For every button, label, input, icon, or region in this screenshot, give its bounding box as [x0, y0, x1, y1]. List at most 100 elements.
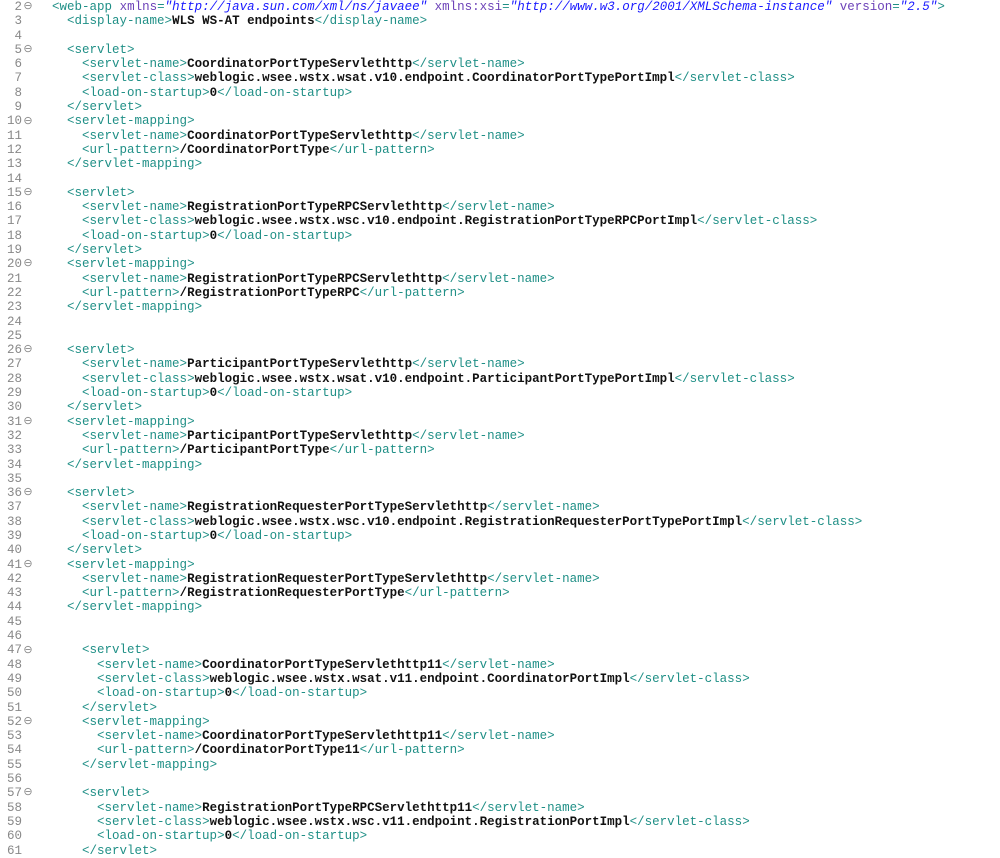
code-line[interactable]: <servlet-name>CoordinatorPortTypeServlet…	[37, 129, 1000, 143]
code-line[interactable]: <servlet-class>weblogic.wsee.wstx.wsc.v1…	[37, 515, 1000, 529]
code-line[interactable]: <servlet-mapping>	[37, 715, 1000, 729]
line-number-value: 24	[4, 315, 22, 329]
code-line[interactable]: <servlet>	[37, 786, 1000, 800]
code-line[interactable]: <servlet>	[37, 486, 1000, 500]
code-line[interactable]: <servlet-name>ParticipantPortTypeServlet…	[37, 357, 1000, 371]
line-number-value: 36	[4, 486, 22, 500]
code-line[interactable]: <url-pattern>/RegistrationPortTypeRPC</u…	[37, 286, 1000, 300]
token-ang: >	[592, 500, 600, 514]
code-line[interactable]	[37, 629, 1000, 643]
line-number-value: 42	[4, 572, 22, 586]
fold-toggle-icon[interactable]: ⊖	[22, 115, 33, 129]
line-number: 3	[4, 14, 33, 28]
code-line[interactable]: </servlet-mapping>	[37, 300, 1000, 314]
code-line[interactable]: <url-pattern>/ParticipantPortType</url-p…	[37, 443, 1000, 457]
code-line[interactable]: </servlet-mapping>	[37, 157, 1000, 171]
line-number: 61	[4, 844, 33, 858]
token-tag: load-on-startup	[90, 529, 203, 543]
code-line[interactable]: <servlet-name>CoordinatorPortTypeServlet…	[37, 658, 1000, 672]
code-line[interactable]: <servlet-name>CoordinatorPortTypeServlet…	[37, 729, 1000, 743]
code-line[interactable]: <web-app xmlns="http://java.sun.com/xml/…	[37, 0, 1000, 14]
fold-toggle-icon[interactable]: ⊖	[22, 415, 33, 429]
token-ang: >	[210, 758, 218, 772]
fold-toggle-icon[interactable]: ⊖	[22, 715, 33, 729]
fold-toggle-icon[interactable]: ⊖	[22, 257, 33, 271]
code-line[interactable]: <servlet-mapping>	[37, 257, 1000, 271]
code-line[interactable]: <servlet-name>RegistrationRequesterPortT…	[37, 500, 1000, 514]
code-line[interactable]: <servlet-name>RegistrationRequesterPortT…	[37, 572, 1000, 586]
token-ang: </	[442, 272, 457, 286]
fold-toggle-icon[interactable]: ⊖	[22, 43, 33, 57]
code-line[interactable]	[37, 172, 1000, 186]
code-line[interactable]: <load-on-startup>0</load-on-startup>	[37, 829, 1000, 843]
fold-toggle-icon[interactable]: ⊖	[22, 186, 33, 200]
code-line[interactable]: </servlet>	[37, 701, 1000, 715]
code-line[interactable]: <servlet>	[37, 643, 1000, 657]
token-txt: RegistrationPortTypeRPCServlethttp11	[202, 801, 472, 815]
code-line[interactable]	[37, 29, 1000, 43]
token-tag: servlet-name	[105, 729, 195, 743]
code-line[interactable]: <servlet-class>weblogic.wsee.wstx.wsc.v1…	[37, 815, 1000, 829]
code-line[interactable]	[37, 329, 1000, 343]
code-line[interactable]: <url-pattern>/CoordinatorPortType</url-p…	[37, 143, 1000, 157]
line-number: 14	[4, 172, 33, 186]
code-line[interactable]	[37, 315, 1000, 329]
code-line[interactable]: <load-on-startup>0</load-on-startup>	[37, 86, 1000, 100]
code-line[interactable]: </servlet-mapping>	[37, 600, 1000, 614]
code-line[interactable]	[37, 772, 1000, 786]
code-line[interactable]: </servlet>	[37, 243, 1000, 257]
fold-toggle-icon[interactable]: ⊖	[22, 558, 33, 572]
code-line[interactable]: <servlet-name>RegistrationPortTypeRPCSer…	[37, 200, 1000, 214]
token-txt: weblogic.wsee.wstx.wsc.v10.endpoint.Regi…	[195, 515, 743, 529]
code-line[interactable]: <servlet-name>RegistrationPortTypeRPCSer…	[37, 272, 1000, 286]
token-tag: servlet-name	[105, 658, 195, 672]
token-tag: servlet-class	[690, 372, 788, 386]
code-line[interactable]: <servlet-class>weblogic.wsee.wstx.wsc.v1…	[37, 214, 1000, 228]
code-line[interactable]: <load-on-startup>0</load-on-startup>	[37, 229, 1000, 243]
token-ang: >	[517, 129, 525, 143]
code-line[interactable]: <servlet-name>ParticipantPortTypeServlet…	[37, 429, 1000, 443]
code-line[interactable]: <display-name>WLS WS-AT endpoints</displ…	[37, 14, 1000, 28]
code-line[interactable]: <servlet-name>CoordinatorPortTypeServlet…	[37, 57, 1000, 71]
code-line[interactable]	[37, 472, 1000, 486]
token-tag: url-pattern	[105, 743, 188, 757]
token-txt: ParticipantPortTypeServlethttp	[187, 429, 412, 443]
token-tag: servlet-name	[487, 801, 577, 815]
code-line[interactable]: </servlet-mapping>	[37, 458, 1000, 472]
fold-toggle-icon[interactable]: ⊖	[22, 644, 33, 658]
code-line[interactable]	[37, 615, 1000, 629]
code-line[interactable]: <servlet-class>weblogic.wsee.wstx.wsat.v…	[37, 372, 1000, 386]
fold-toggle-icon[interactable]: ⊖	[22, 486, 33, 500]
code-line[interactable]: <load-on-startup>0</load-on-startup>	[37, 529, 1000, 543]
code-line[interactable]: <servlet-mapping>	[37, 114, 1000, 128]
code-line[interactable]: <url-pattern>/RegistrationRequesterPortT…	[37, 586, 1000, 600]
code-line[interactable]: <load-on-startup>0</load-on-startup>	[37, 686, 1000, 700]
code-line[interactable]: </servlet>	[37, 100, 1000, 114]
code-line[interactable]: <url-pattern>/CoordinatorPortType11</url…	[37, 743, 1000, 757]
token-tag: servlet	[75, 186, 128, 200]
token-ang: >	[135, 243, 143, 257]
line-number: 36⊖	[4, 486, 33, 500]
code-area[interactable]: <web-app xmlns="http://java.sun.com/xml/…	[35, 0, 1000, 858]
line-number-value: 3	[4, 14, 22, 28]
code-line[interactable]: <servlet-class>weblogic.wsee.wstx.wsat.v…	[37, 672, 1000, 686]
code-line[interactable]: <servlet-mapping>	[37, 558, 1000, 572]
code-line[interactable]: <servlet-name>RegistrationPortTypeRPCSer…	[37, 801, 1000, 815]
code-line[interactable]: <servlet>	[37, 186, 1000, 200]
fold-toggle-icon[interactable]: ⊖	[22, 0, 33, 14]
code-line[interactable]: <servlet>	[37, 343, 1000, 357]
token-tag: load-on-startup	[105, 829, 218, 843]
code-line[interactable]: <load-on-startup>0</load-on-startup>	[37, 386, 1000, 400]
line-number-value: 15	[4, 186, 22, 200]
code-line[interactable]: </servlet>	[37, 844, 1000, 858]
code-line[interactable]: <servlet-class>weblogic.wsee.wstx.wsat.v…	[37, 71, 1000, 85]
code-line[interactable]: </servlet>	[37, 543, 1000, 557]
code-line[interactable]: </servlet>	[37, 400, 1000, 414]
fold-toggle-icon[interactable]: ⊖	[22, 343, 33, 357]
code-line[interactable]: <servlet>	[37, 43, 1000, 57]
code-line[interactable]: <servlet-mapping>	[37, 415, 1000, 429]
fold-toggle-icon[interactable]: ⊖	[22, 786, 33, 800]
code-line[interactable]: </servlet-mapping>	[37, 758, 1000, 772]
line-number-value: 37	[4, 500, 22, 514]
token-ang: <	[67, 257, 75, 271]
